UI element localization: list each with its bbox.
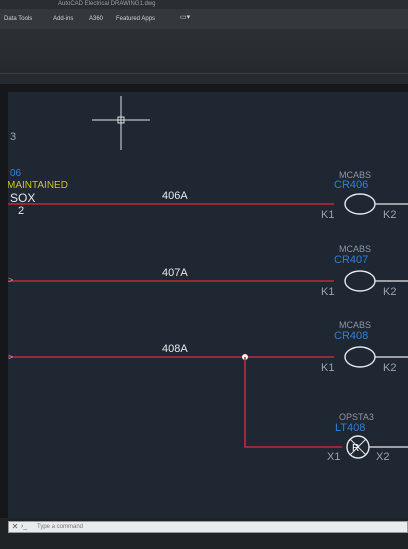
- wire-number-407a: 407A: [162, 267, 188, 279]
- coil-3-symbol: [344, 346, 376, 368]
- coil-1-tag: CR406: [334, 179, 368, 191]
- coil-3-part: MCABS: [339, 320, 371, 330]
- wire-number-408a: 408A: [162, 343, 188, 355]
- coil-cr407[interactable]: MCABS CR407 K1 K2: [321, 244, 408, 298]
- edge-maintained-label: MAINTAINED: [8, 180, 68, 191]
- pilot-light-letter: R: [352, 443, 359, 454]
- drawing-canvas[interactable]: 3 06 MAINTAINED SOX 2 > > 406A 407A 408A…: [7, 92, 408, 518]
- pilot-light-lt408[interactable]: OPSTA3 LT408 R X1 X2: [327, 412, 408, 463]
- menu-item-featured-apps[interactable]: Featured Apps: [116, 15, 155, 23]
- pilot-light-pin-left: X1: [327, 451, 340, 463]
- coil-cr406[interactable]: MCABS CR406 K1 K2: [321, 170, 408, 221]
- ribbon-panel: [0, 29, 408, 85]
- edge-device-sub: 2: [18, 205, 24, 217]
- line-number: 3: [10, 131, 16, 143]
- menu-item-a360[interactable]: A360: [89, 15, 103, 23]
- pilot-light-part: OPSTA3: [339, 412, 374, 422]
- schematic: 3 06 MAINTAINED SOX 2 > > 406A 407A 408A…: [7, 96, 408, 463]
- coil-1-symbol: [344, 193, 376, 215]
- menu-bar: Data Tools Add-ins A360 Featured Apps ▭▾: [0, 9, 408, 29]
- pilot-light-tag: LT408: [335, 422, 365, 434]
- coil-1-pin-left: K1: [321, 209, 334, 221]
- coil-cr408[interactable]: MCABS CR408 K1 K2: [321, 320, 408, 374]
- edge-device-label: SOX: [10, 191, 35, 205]
- window-title: AutoCAD Electrical DRAWING1.dwg: [58, 1, 156, 7]
- wire-number-406a: 406A: [162, 190, 188, 202]
- menu-item-data-tools[interactable]: Data Tools: [4, 15, 32, 23]
- command-input[interactable]: [61, 523, 401, 531]
- ribbon-options-icon[interactable]: ▭▾: [180, 14, 190, 22]
- coil-2-tag: CR407: [334, 254, 368, 266]
- edge-tag-blue: 06: [10, 168, 22, 179]
- close-icon[interactable]: ✕: [10, 522, 20, 532]
- command-icon: ›_: [21, 523, 28, 530]
- coil-3-pin-left: K1: [321, 362, 334, 374]
- pilot-light-pin-right: X2: [376, 451, 389, 463]
- coil-1-pin-right: K2: [383, 209, 396, 221]
- coil-3-pin-right: K2: [383, 362, 396, 374]
- menu-item-add-ins[interactable]: Add-ins: [53, 15, 73, 23]
- rung-3-arrow-icon: >: [8, 352, 13, 362]
- crosshair-cursor: [92, 96, 150, 150]
- coil-3-tag: CR408: [334, 330, 368, 342]
- rung-2-arrow-icon: >: [8, 275, 13, 285]
- coil-2-part: MCABS: [339, 244, 371, 254]
- coil-2-pin-left: K1: [321, 286, 334, 298]
- coil-2-symbol: [344, 270, 376, 292]
- coil-2-pin-right: K2: [383, 286, 396, 298]
- command-line[interactable]: ✕ ›_ Type a command: [8, 521, 408, 533]
